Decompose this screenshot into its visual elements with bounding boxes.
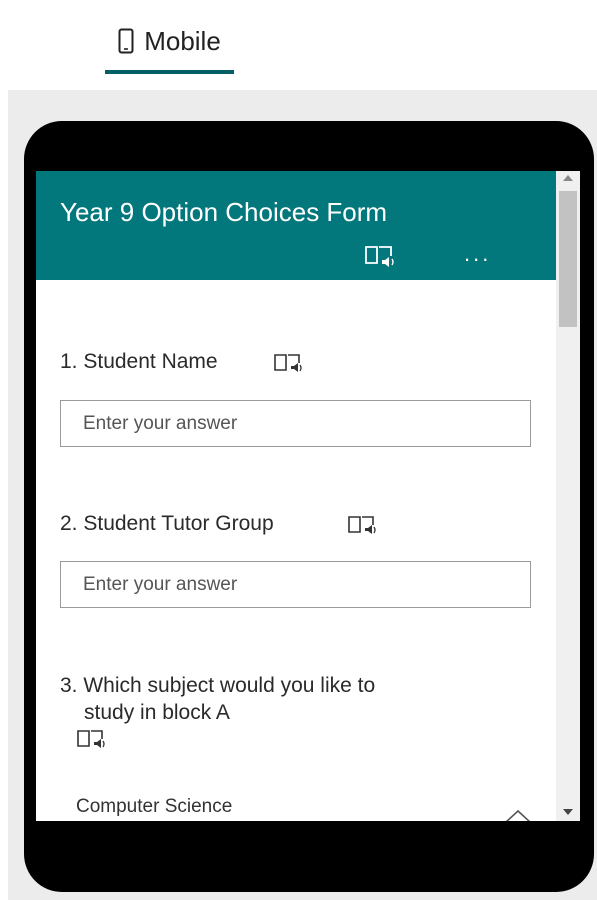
tutor-group-input[interactable] bbox=[81, 572, 530, 597]
question-1-text: Student Name bbox=[83, 350, 218, 373]
chevron-up-icon bbox=[504, 808, 532, 821]
question-2-title: 2. Student Tutor Group bbox=[60, 511, 274, 537]
scroll-down-arrow[interactable] bbox=[563, 809, 573, 815]
immersive-reader-icon[interactable] bbox=[347, 513, 381, 537]
phone-icon bbox=[118, 28, 134, 54]
form-header: Year 9 Option Choices Form ... bbox=[36, 171, 556, 280]
question-3-text-line2: study in block A bbox=[84, 701, 230, 724]
more-options-button[interactable]: ... bbox=[464, 241, 491, 267]
block-a-subject-dropdown[interactable]: Computer Science bbox=[76, 796, 531, 821]
question-2-number: 2. bbox=[60, 512, 78, 535]
dropdown-selected-value: Computer Science bbox=[76, 796, 233, 817]
scroll-up-arrow[interactable] bbox=[563, 175, 573, 181]
form-title: Year 9 Option Choices Form bbox=[60, 197, 388, 227]
mobile-view-tab[interactable]: Mobile bbox=[105, 8, 234, 74]
question-1-number: 1. bbox=[60, 350, 78, 373]
active-tab-indicator bbox=[105, 70, 234, 74]
question-1-title: 1. Student Name bbox=[60, 349, 218, 375]
student-name-input[interactable] bbox=[81, 411, 530, 436]
immersive-reader-icon[interactable] bbox=[273, 351, 307, 375]
question-3-title: 3. Which subject would you like to bbox=[60, 674, 375, 698]
question-3-number: 3. bbox=[60, 674, 78, 697]
question-3-text-line1: Which subject would you like to bbox=[83, 674, 376, 697]
scrollbar[interactable] bbox=[556, 171, 580, 821]
question-2-text: Student Tutor Group bbox=[83, 512, 274, 535]
scroll-thumb[interactable] bbox=[559, 191, 577, 327]
immersive-reader-icon[interactable] bbox=[76, 727, 110, 751]
immersive-reader-icon[interactable] bbox=[363, 243, 399, 269]
student-name-input-box[interactable] bbox=[60, 400, 531, 447]
mobile-tab-label: Mobile bbox=[144, 25, 221, 56]
phone-screen: Year 9 Option Choices Form ... 1. Studen… bbox=[36, 171, 580, 821]
tutor-group-input-box[interactable] bbox=[60, 561, 531, 608]
